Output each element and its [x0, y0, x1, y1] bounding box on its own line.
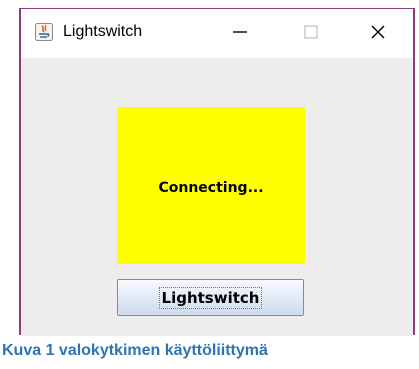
close-button[interactable] — [355, 13, 401, 55]
maximize-icon — [303, 24, 319, 45]
app-window: Lightswitch Connecting... Lightswitch — [19, 8, 415, 336]
title-bar[interactable]: Lightswitch — [21, 9, 413, 58]
content-pane: Connecting... Lightswitch — [21, 58, 413, 336]
java-app-icon — [35, 23, 53, 41]
maximize-button[interactable] — [288, 13, 334, 55]
lightswitch-button-label: Lightswitch — [158, 286, 263, 309]
light-status-panel: Connecting... — [117, 107, 305, 264]
close-icon — [370, 24, 386, 45]
figure-caption: Kuva 1 valokytkimen käyttöliittymä — [2, 342, 268, 359]
minimize-button[interactable] — [217, 13, 263, 55]
lightswitch-button[interactable]: Lightswitch — [117, 279, 304, 316]
minimize-icon — [232, 24, 248, 45]
window-title: Lightswitch — [63, 23, 143, 40]
status-label: Connecting... — [158, 179, 264, 196]
